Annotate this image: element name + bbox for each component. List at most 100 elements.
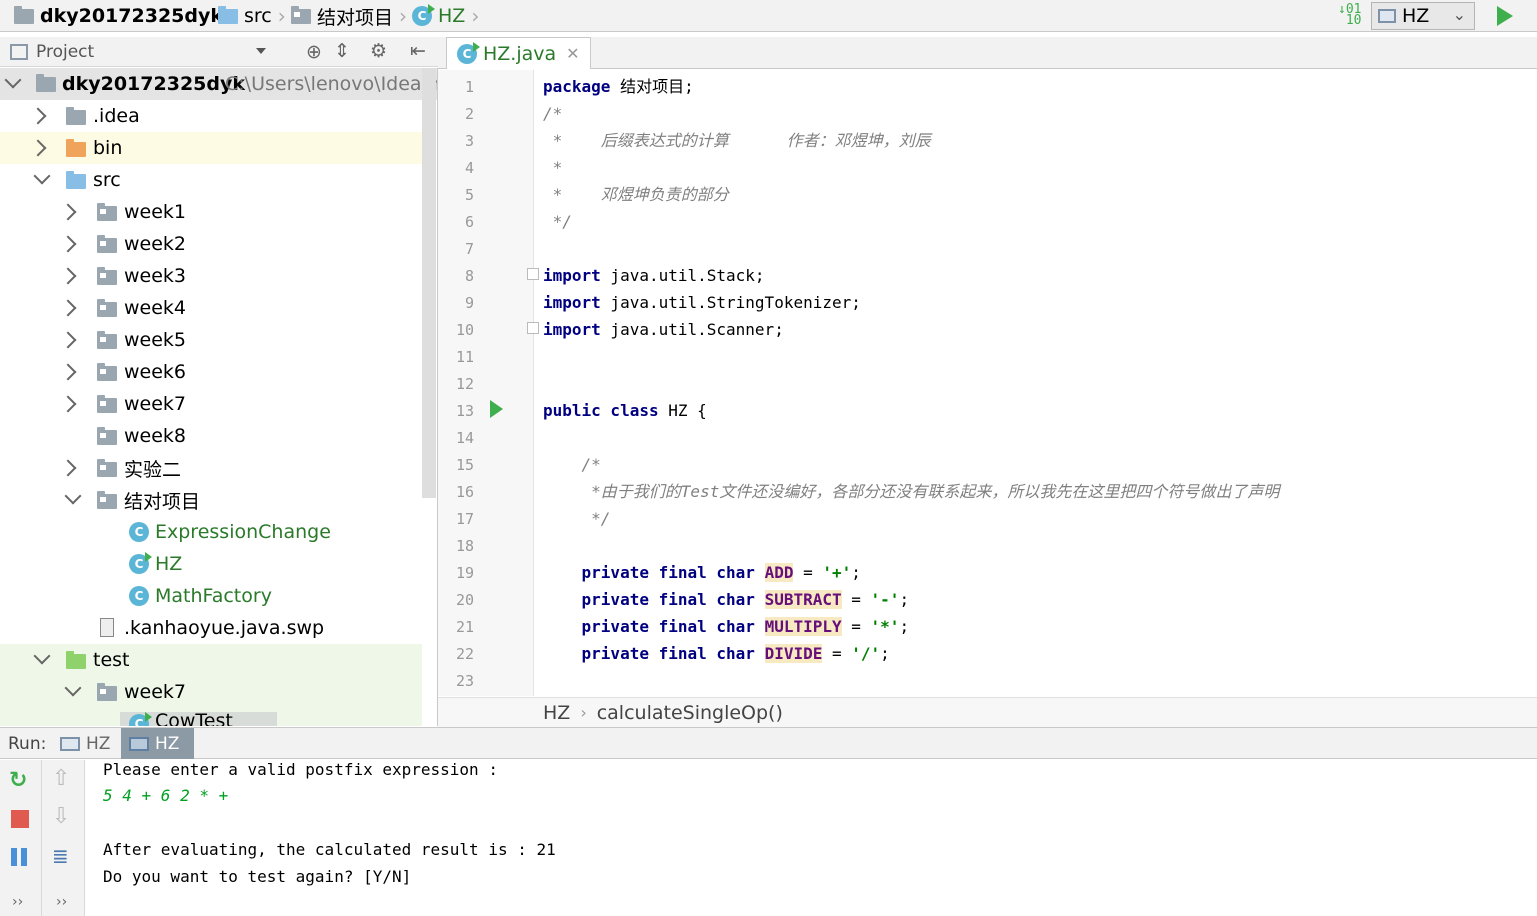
chevron-down-icon[interactable] [4,71,22,89]
line-number: 15 [455,456,474,474]
class-run-icon: C [129,712,152,726]
chevron-right-icon[interactable] [29,107,47,125]
semicolon: ; [880,644,890,663]
breadcrumb-method[interactable]: calculateSingleOp() [597,702,783,724]
tree-item-week3[interactable]: week3 [0,260,422,292]
package-icon [97,491,117,509]
tree-item-mathfactory[interactable]: C MathFactory [0,580,422,612]
tree-item-test-week7[interactable]: week7 [0,676,422,708]
chevron-down-icon[interactable] [33,647,51,665]
tree-item-hz[interactable]: C HZ [0,548,422,580]
tab-label: HZ.java [483,42,557,65]
tree-item-week5[interactable]: week5 [0,324,422,356]
more-tools-icon[interactable]: ›› [12,894,23,910]
tree-item-src[interactable]: src [0,164,422,196]
test-folder-icon [66,651,86,669]
chevron-right-icon[interactable] [59,331,77,349]
gear-icon[interactable]: ⚙ [370,40,387,62]
chevron-right-icon[interactable] [59,459,77,477]
tree-item-label: week2 [124,233,187,255]
tree-root[interactable]: dky20172325dyk C:\Users\lenovo\IdeaProj [0,68,437,100]
excluded-folder-icon [66,139,86,157]
breadcrumb-file[interactable]: C HZ › [412,4,479,28]
hide-panel-icon[interactable]: ⇤ [410,40,426,62]
tree-item-week6[interactable]: week6 [0,356,422,388]
run-configuration-label: HZ [1402,5,1430,27]
tree-item-swp-file[interactable]: .kanhaoyue.java.swp [0,612,422,644]
char-literal: '/' [851,644,881,663]
chevron-right-icon[interactable] [59,235,77,253]
run-icon[interactable] [1497,6,1513,26]
code-line-13: public class HZ { [543,397,707,424]
tree-item-pair-project[interactable]: 结对项目 [0,484,422,516]
tree-item-week7[interactable]: week7 [0,388,422,420]
rerun-icon[interactable]: ↻ [9,768,27,793]
tree-item-bin[interactable]: bin [0,132,422,164]
tree-item-cowtest[interactable]: C CowTest [0,708,422,726]
more-tools-icon[interactable]: ›› [56,894,67,910]
tab-hz-java[interactable]: C HZ.java ✕ [446,37,591,69]
pause-icon[interactable] [21,848,27,866]
stop-icon[interactable] [11,810,29,828]
line-number: 20 [455,591,474,609]
run-gutter-icon[interactable] [490,400,503,418]
sort-icon[interactable]: ↓01 10 [1338,3,1361,27]
tree-item-test[interactable]: test [0,644,422,676]
tree-item-week2[interactable]: week2 [0,228,422,260]
tree-item-week8[interactable]: week8 [0,420,422,452]
class-icon: C [129,522,149,542]
tree-item-week4[interactable]: week4 [0,292,422,324]
editor-tabs: C HZ.java ✕ [438,37,1537,69]
breadcrumb-src-label: src [244,5,272,27]
run-console[interactable]: Please enter a valid postfix expression … [86,760,1537,916]
run-toolbar-secondary: ⇧ ⇩ ≣ ›› [42,760,85,916]
chevron-right-icon[interactable] [59,203,77,221]
run-tab-hz-2[interactable]: HZ [121,728,194,759]
tree-scrollbar[interactable] [422,68,436,498]
collapse-all-icon[interactable]: ⇕ [334,40,350,62]
run-configuration-select[interactable]: HZ ⌄ [1371,2,1475,30]
tree-item-lab2[interactable]: 实验二 [0,452,422,484]
breadcrumb-class[interactable]: HZ [543,702,570,724]
line-number: 11 [455,348,474,366]
chevron-down-icon[interactable] [64,487,82,505]
line-number: 18 [455,537,474,555]
operator: = [822,644,852,663]
chevron-right-icon[interactable] [59,395,77,413]
line-number: 12 [455,375,474,393]
tree-item-label: week6 [124,361,187,383]
breadcrumb-src[interactable]: src › [218,4,286,28]
run-tab-hz-1[interactable]: HZ [52,730,118,758]
code-line-17: */ [543,509,611,528]
close-icon[interactable]: ✕ [566,44,579,63]
chevron-right-icon[interactable] [59,267,77,285]
locate-icon[interactable]: ⊕ [306,41,322,63]
breadcrumb-package[interactable]: 结对项目 › [291,4,407,29]
console-user-input: 5 4 + 6 2 * + [103,786,229,805]
chevron-down-icon[interactable] [33,167,51,185]
dropdown-arrow-icon[interactable] [256,48,266,54]
chevron-down-icon[interactable] [64,679,82,697]
tree-item-expressionchange[interactable]: C ExpressionChange [0,516,422,548]
soft-wrap-icon[interactable]: ≣ [52,844,69,868]
chevron-right-icon[interactable] [59,299,77,317]
code-editor[interactable]: package 结对项目; /* * 后缀表达式的计算 作者：邓煜坤，刘辰 * … [535,70,1537,696]
breadcrumb-project[interactable]: dky20172325dyk › [14,4,237,28]
line-number: 14 [455,429,474,447]
code-line-5: * 邓煜坤负责的部分 [543,185,729,204]
package-icon [291,5,311,24]
breadcrumb-separator: › [580,703,587,722]
package-icon [97,331,117,349]
tree-item-label: MathFactory [155,585,272,607]
pause-icon[interactable] [11,848,17,866]
chevron-right-icon[interactable] [59,363,77,381]
application-config-icon [1378,9,1396,23]
line-number: 22 [455,645,474,663]
tree-item-week1[interactable]: week1 [0,196,422,228]
up-arrow-icon[interactable]: ⇧ [52,766,70,791]
down-arrow-icon[interactable]: ⇩ [52,804,70,829]
chevron-right-icon[interactable] [29,139,47,157]
tree-item-idea[interactable]: .idea [0,100,422,132]
source-folder-icon [218,5,238,24]
project-panel-title[interactable]: Project [36,42,94,62]
